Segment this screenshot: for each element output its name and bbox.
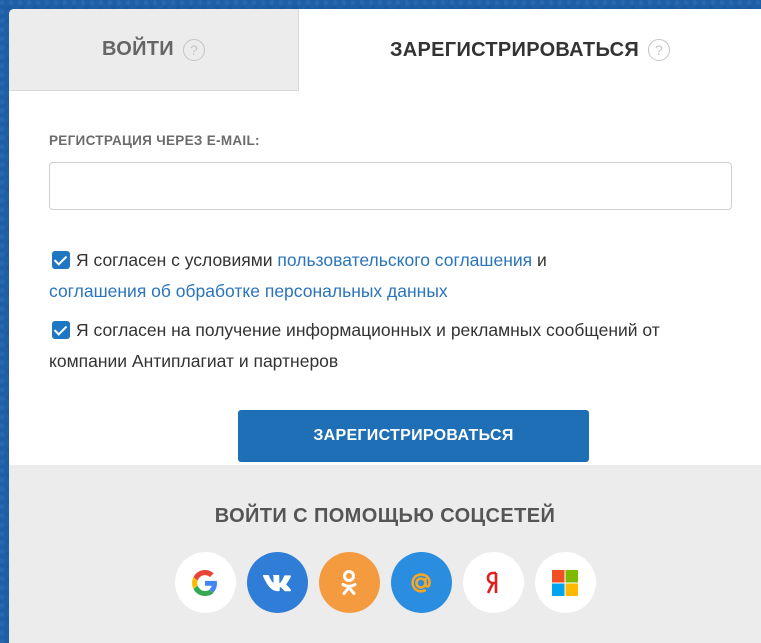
- agree-terms-text: Я согласен с условиями: [76, 250, 278, 270]
- personal-data-agreement-link[interactable]: соглашения об обработке персональных дан…: [49, 281, 448, 301]
- yandex-icon[interactable]: [462, 552, 524, 613]
- vk-icon[interactable]: [246, 552, 308, 613]
- tab-register-label: ЗАРЕГИСТРИРОВАТЬСЯ: [389, 38, 640, 61]
- social-icons: [9, 552, 761, 613]
- odnoklassniki-icon[interactable]: [318, 552, 380, 613]
- registration-form: РЕГИСТРАЦИЯ ЧЕРЕЗ E-MAIL: Я согласен с у…: [9, 91, 761, 462]
- agree-terms-and: и: [532, 250, 547, 270]
- social-login: ВОЙТИ С ПОМОЩЬЮ СОЦСЕТЕЙ: [9, 465, 761, 643]
- auth-tabs: ВОЙТИ ? ЗАРЕГИСТРИРОВАТЬСЯ ?: [9, 9, 761, 91]
- register-button[interactable]: ЗАРЕГИСТРИРОВАТЬСЯ: [238, 410, 589, 462]
- email-label: РЕГИСТРАЦИЯ ЧЕРЕЗ E-MAIL:: [49, 133, 260, 148]
- help-icon[interactable]: ?: [648, 39, 671, 61]
- agree-marketing-text: Я согласен на получение информационных и…: [49, 320, 660, 371]
- tab-login-label: ВОЙТИ: [102, 38, 174, 60]
- mailru-icon[interactable]: [390, 552, 452, 613]
- agree-marketing: Я согласен на получение информационных и…: [49, 315, 721, 377]
- social-title: ВОЙТИ С ПОМОЩЬЮ СОЦСЕТЕЙ: [214, 505, 556, 527]
- agree-terms-checkbox[interactable]: [52, 251, 70, 269]
- tab-login[interactable]: ВОЙТИ ?: [9, 9, 299, 91]
- help-icon[interactable]: ?: [182, 38, 205, 61]
- registration-card: ВОЙТИ ? ЗАРЕГИСТРИРОВАТЬСЯ ? РЕГИСТРАЦИЯ…: [9, 9, 761, 643]
- user-agreement-link[interactable]: пользовательского соглашения: [277, 250, 532, 270]
- agree-marketing-checkbox[interactable]: [52, 321, 70, 339]
- microsoft-icon[interactable]: [534, 552, 596, 613]
- google-icon[interactable]: [174, 552, 236, 613]
- submit-wrap: ЗАРЕГИСТРИРОВАТЬСЯ: [49, 410, 721, 462]
- tab-register[interactable]: ЗАРЕГИСТРИРОВАТЬСЯ ?: [299, 9, 761, 91]
- email-field[interactable]: [49, 162, 732, 210]
- agree-terms: Я согласен с условиями пользовательского…: [49, 245, 721, 307]
